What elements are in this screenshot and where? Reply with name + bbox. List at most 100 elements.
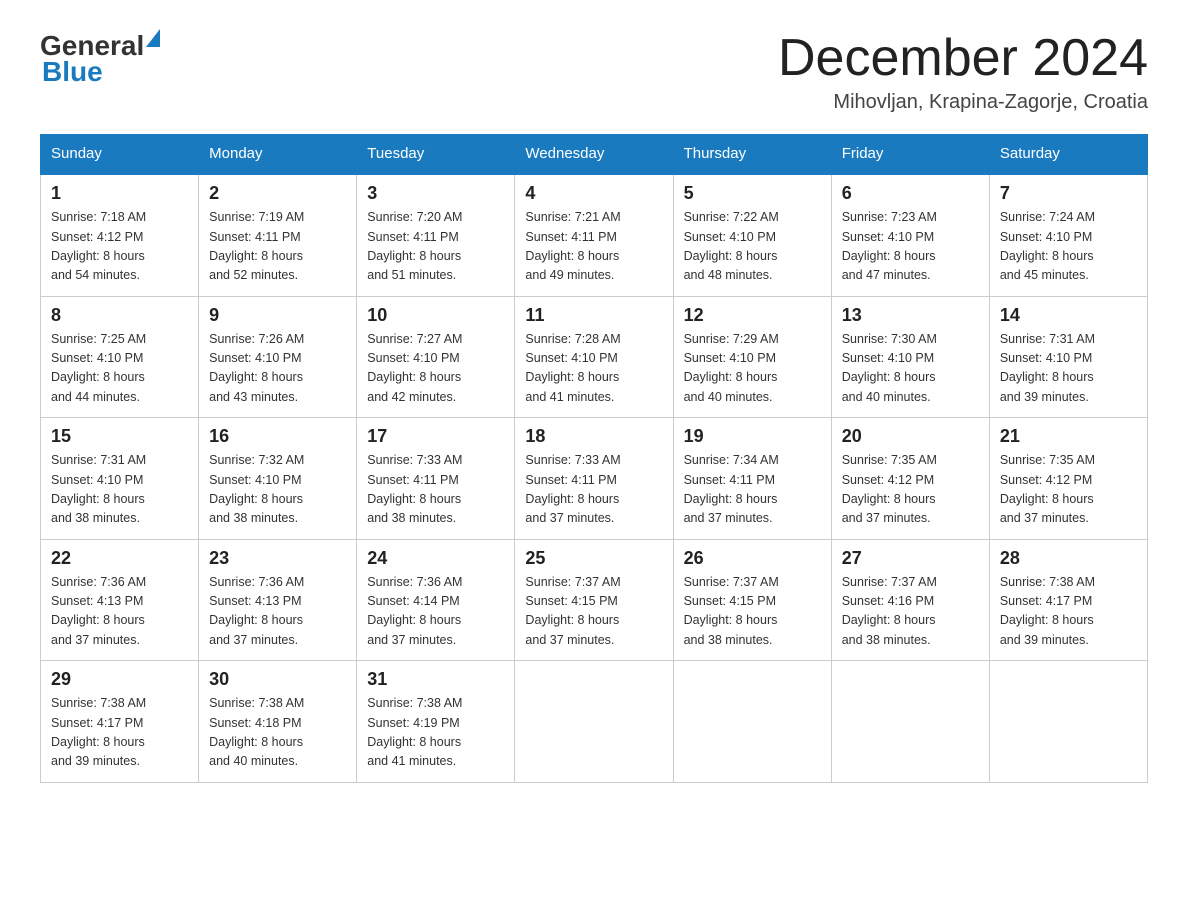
calendar-cell: 4 Sunrise: 7:21 AMSunset: 4:11 PMDaylight… <box>515 174 673 297</box>
day-number: 30 <box>209 669 346 690</box>
calendar-cell: 19 Sunrise: 7:34 AMSunset: 4:11 PMDayligh… <box>673 418 831 540</box>
calendar-cell: 22 Sunrise: 7:36 AMSunset: 4:13 PMDayligh… <box>41 539 199 661</box>
day-number: 14 <box>1000 305 1137 326</box>
calendar-cell: 26 Sunrise: 7:37 AMSunset: 4:15 PMDayligh… <box>673 539 831 661</box>
day-info: Sunrise: 7:28 AMSunset: 4:10 PMDaylight:… <box>525 330 662 408</box>
day-number: 28 <box>1000 548 1137 569</box>
day-info: Sunrise: 7:30 AMSunset: 4:10 PMDaylight:… <box>842 330 979 408</box>
day-number: 5 <box>684 183 821 204</box>
header-friday: Friday <box>831 135 989 174</box>
day-info: Sunrise: 7:36 AMSunset: 4:14 PMDaylight:… <box>367 573 504 651</box>
day-number: 4 <box>525 183 662 204</box>
calendar-cell: 24 Sunrise: 7:36 AMSunset: 4:14 PMDayligh… <box>357 539 515 661</box>
logo-blue-text: Blue <box>40 56 160 88</box>
calendar-cell: 23 Sunrise: 7:36 AMSunset: 4:13 PMDayligh… <box>199 539 357 661</box>
day-number: 10 <box>367 305 504 326</box>
calendar-table: SundayMondayTuesdayWednesdayThursdayFrid… <box>40 134 1148 783</box>
calendar-cell: 12Sunrise: 7:29 AMSunset: 4:10 PMDayligh… <box>673 296 831 418</box>
day-number: 31 <box>367 669 504 690</box>
day-number: 16 <box>209 426 346 447</box>
calendar-week-row: 15Sunrise: 7:31 AMSunset: 4:10 PMDayligh… <box>41 418 1148 540</box>
day-info: Sunrise: 7:38 AMSunset: 4:18 PMDaylight:… <box>209 694 346 772</box>
day-number: 26 <box>684 548 821 569</box>
calendar-cell: 27 Sunrise: 7:37 AMSunset: 4:16 PMDayligh… <box>831 539 989 661</box>
calendar-cell: 9Sunrise: 7:26 AMSunset: 4:10 PMDaylight… <box>199 296 357 418</box>
calendar-cell <box>673 661 831 783</box>
day-info: Sunrise: 7:20 AMSunset: 4:11 PMDaylight:… <box>367 208 504 286</box>
day-info: Sunrise: 7:36 AMSunset: 4:13 PMDaylight:… <box>209 573 346 651</box>
header-wednesday: Wednesday <box>515 135 673 174</box>
calendar-cell: 6 Sunrise: 7:23 AMSunset: 4:10 PMDaylight… <box>831 174 989 297</box>
logo-triangle-icon <box>146 29 160 47</box>
calendar-cell: 17Sunrise: 7:33 AMSunset: 4:11 PMDayligh… <box>357 418 515 540</box>
month-title: December 2024 <box>778 30 1148 87</box>
calendar-cell: 16Sunrise: 7:32 AMSunset: 4:10 PMDayligh… <box>199 418 357 540</box>
day-number: 18 <box>525 426 662 447</box>
day-info: Sunrise: 7:29 AMSunset: 4:10 PMDaylight:… <box>684 330 821 408</box>
day-info: Sunrise: 7:24 AMSunset: 4:10 PMDaylight:… <box>1000 208 1137 286</box>
day-info: Sunrise: 7:35 AMSunset: 4:12 PMDaylight:… <box>842 451 979 529</box>
calendar-week-row: 22 Sunrise: 7:36 AMSunset: 4:13 PMDayligh… <box>41 539 1148 661</box>
day-number: 17 <box>367 426 504 447</box>
day-info: Sunrise: 7:37 AMSunset: 4:15 PMDaylight:… <box>684 573 821 651</box>
calendar-cell: 10 Sunrise: 7:27 AMSunset: 4:10 PMDayligh… <box>357 296 515 418</box>
day-info: Sunrise: 7:18 AMSunset: 4:12 PMDaylight:… <box>51 208 188 286</box>
day-number: 2 <box>209 183 346 204</box>
calendar-cell: 18 Sunrise: 7:33 AMSunset: 4:11 PMDayligh… <box>515 418 673 540</box>
day-info: Sunrise: 7:26 AMSunset: 4:10 PMDaylight:… <box>209 330 346 408</box>
day-info: Sunrise: 7:34 AMSunset: 4:11 PMDaylight:… <box>684 451 821 529</box>
calendar-cell: 13Sunrise: 7:30 AMSunset: 4:10 PMDayligh… <box>831 296 989 418</box>
calendar-cell: 14Sunrise: 7:31 AMSunset: 4:10 PMDayligh… <box>989 296 1147 418</box>
day-number: 15 <box>51 426 188 447</box>
day-number: 19 <box>684 426 821 447</box>
calendar-cell <box>989 661 1147 783</box>
calendar-cell: 1 Sunrise: 7:18 AMSunset: 4:12 PMDaylight… <box>41 174 199 297</box>
day-number: 20 <box>842 426 979 447</box>
calendar-cell <box>515 661 673 783</box>
calendar-week-row: 8Sunrise: 7:25 AMSunset: 4:10 PMDaylight… <box>41 296 1148 418</box>
day-number: 24 <box>367 548 504 569</box>
calendar-cell <box>831 661 989 783</box>
day-number: 29 <box>51 669 188 690</box>
day-number: 11 <box>525 305 662 326</box>
calendar-cell: 15Sunrise: 7:31 AMSunset: 4:10 PMDayligh… <box>41 418 199 540</box>
calendar-week-row: 1 Sunrise: 7:18 AMSunset: 4:12 PMDaylight… <box>41 174 1148 297</box>
calendar-cell: 5 Sunrise: 7:22 AMSunset: 4:10 PMDaylight… <box>673 174 831 297</box>
calendar-cell: 7 Sunrise: 7:24 AMSunset: 4:10 PMDaylight… <box>989 174 1147 297</box>
calendar-cell: 31 Sunrise: 7:38 AMSunset: 4:19 PMDayligh… <box>357 661 515 783</box>
calendar-cell: 2 Sunrise: 7:19 AMSunset: 4:11 PMDaylight… <box>199 174 357 297</box>
calendar-cell: 8Sunrise: 7:25 AMSunset: 4:10 PMDaylight… <box>41 296 199 418</box>
day-info: Sunrise: 7:33 AMSunset: 4:11 PMDaylight:… <box>525 451 662 529</box>
day-number: 3 <box>367 183 504 204</box>
day-number: 27 <box>842 548 979 569</box>
day-info: Sunrise: 7:38 AMSunset: 4:17 PMDaylight:… <box>1000 573 1137 651</box>
day-info: Sunrise: 7:36 AMSunset: 4:13 PMDaylight:… <box>51 573 188 651</box>
day-info: Sunrise: 7:37 AMSunset: 4:16 PMDaylight:… <box>842 573 979 651</box>
day-number: 22 <box>51 548 188 569</box>
calendar-week-row: 29Sunrise: 7:38 AMSunset: 4:17 PMDayligh… <box>41 661 1148 783</box>
calendar-cell: 11 Sunrise: 7:28 AMSunset: 4:10 PMDayligh… <box>515 296 673 418</box>
header-thursday: Thursday <box>673 135 831 174</box>
header-sunday: Sunday <box>41 135 199 174</box>
day-number: 1 <box>51 183 188 204</box>
day-number: 7 <box>1000 183 1137 204</box>
day-info: Sunrise: 7:38 AMSunset: 4:19 PMDaylight:… <box>367 694 504 772</box>
day-info: Sunrise: 7:19 AMSunset: 4:11 PMDaylight:… <box>209 208 346 286</box>
calendar-cell: 30 Sunrise: 7:38 AMSunset: 4:18 PMDayligh… <box>199 661 357 783</box>
day-info: Sunrise: 7:22 AMSunset: 4:10 PMDaylight:… <box>684 208 821 286</box>
title-block: December 2024 Mihovljan, Krapina-Zagorje… <box>778 30 1148 114</box>
page-header: General Blue December 2024 Mihovljan, Kr… <box>40 30 1148 114</box>
day-info: Sunrise: 7:21 AMSunset: 4:11 PMDaylight:… <box>525 208 662 286</box>
calendar-cell: 25Sunrise: 7:37 AMSunset: 4:15 PMDayligh… <box>515 539 673 661</box>
day-number: 25 <box>525 548 662 569</box>
day-number: 6 <box>842 183 979 204</box>
calendar-cell: 21 Sunrise: 7:35 AMSunset: 4:12 PMDayligh… <box>989 418 1147 540</box>
day-number: 21 <box>1000 426 1137 447</box>
calendar-cell: 29Sunrise: 7:38 AMSunset: 4:17 PMDayligh… <box>41 661 199 783</box>
day-info: Sunrise: 7:27 AMSunset: 4:10 PMDaylight:… <box>367 330 504 408</box>
calendar-cell: 20 Sunrise: 7:35 AMSunset: 4:12 PMDayligh… <box>831 418 989 540</box>
day-number: 23 <box>209 548 346 569</box>
day-info: Sunrise: 7:23 AMSunset: 4:10 PMDaylight:… <box>842 208 979 286</box>
day-info: Sunrise: 7:35 AMSunset: 4:12 PMDaylight:… <box>1000 451 1137 529</box>
day-number: 8 <box>51 305 188 326</box>
